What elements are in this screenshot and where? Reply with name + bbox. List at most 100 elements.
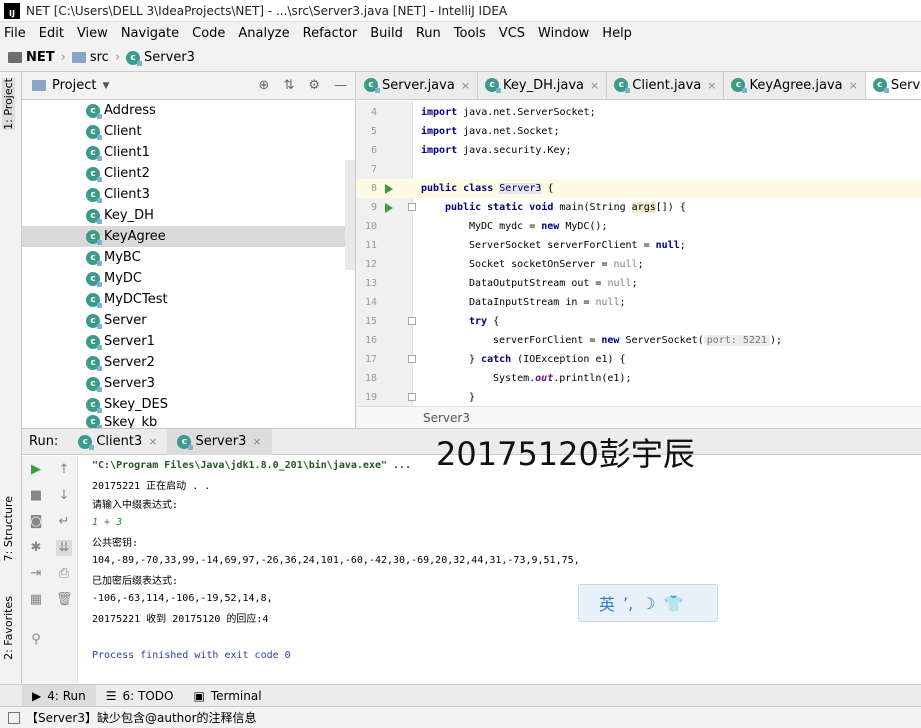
editor-breadcrumb[interactable]: Server3 xyxy=(357,406,921,428)
rerun-icon[interactable]: ▶ xyxy=(28,462,44,478)
close-icon[interactable]: × xyxy=(252,435,261,448)
ime-moon-icon[interactable]: ☽ xyxy=(641,594,655,613)
tab-key-dh-java[interactable]: c Key_DH.java × xyxy=(478,72,608,99)
up-arrow-icon[interactable]: ↑ xyxy=(56,462,72,478)
gear-icon[interactable]: ⚙ xyxy=(308,78,320,93)
scroll-to-end-icon[interactable]: ⇊ xyxy=(56,540,72,556)
ime-toolbar[interactable]: 英 ’, ☽ 👕 xyxy=(578,584,718,622)
menu-tools[interactable]: Tools xyxy=(454,26,486,41)
tree-item-server2[interactable]: c Server2 xyxy=(22,352,355,373)
breadcrumb-file[interactable]: Server3 xyxy=(144,50,195,65)
print-icon[interactable]: ⎙ xyxy=(56,566,72,582)
tree-item-server1[interactable]: c Server1 xyxy=(22,331,355,352)
close-icon[interactable]: × xyxy=(849,79,858,92)
menu-vcs[interactable]: VCS xyxy=(499,26,525,41)
tree-item-client[interactable]: c Client xyxy=(22,121,355,142)
close-icon[interactable]: × xyxy=(590,79,599,92)
run-tab-server3[interactable]: c Server3 × xyxy=(167,428,272,455)
fold-icon[interactable] xyxy=(408,203,416,211)
tree-item-label: KeyAgree xyxy=(104,229,166,244)
menu-view[interactable]: View xyxy=(77,26,108,41)
tab-project-tool[interactable]: 1: Project xyxy=(2,78,15,130)
tab-favorites-tool[interactable]: 2: Favorites xyxy=(2,596,15,660)
menu-build[interactable]: Build xyxy=(370,26,403,41)
tree-item-label: Server xyxy=(104,313,147,328)
chevron-right-icon: › xyxy=(60,50,66,65)
menu-analyze[interactable]: Analyze xyxy=(238,26,289,41)
source-folder-icon xyxy=(71,52,86,63)
stop-icon[interactable]: ■ xyxy=(28,488,44,504)
ime-skin-icon[interactable]: 👕 xyxy=(664,594,684,613)
console-line: -106,-63,114,-106,-19,52,14,8, xyxy=(92,593,273,604)
exit-icon[interactable]: ⇥ xyxy=(28,566,44,582)
soft-wrap-icon[interactable]: ↵ xyxy=(56,514,72,530)
tree-item-key-dh[interactable]: c Key_DH xyxy=(22,205,355,226)
menu-navigate[interactable]: Navigate xyxy=(121,26,179,41)
menu-file[interactable]: File xyxy=(4,26,26,41)
tab-client-java[interactable]: c Client.java × xyxy=(607,72,725,99)
project-panel-title[interactable]: Project xyxy=(52,78,96,93)
code-area[interactable]: 4 import java.net.ServerSocket; 5 import… xyxy=(357,101,921,406)
tree-item-client1[interactable]: c Client1 xyxy=(22,142,355,163)
line-number: 12 xyxy=(364,259,377,270)
keyword: public static void xyxy=(445,202,554,213)
layout-icon[interactable]: ▦ xyxy=(28,592,44,608)
tab-server3-java[interactable]: cServer3.java xyxy=(865,72,921,99)
tab-server-java[interactable]: c Server.java × xyxy=(357,72,479,99)
run-gutter-icon[interactable] xyxy=(385,184,393,194)
menu-code[interactable]: Code xyxy=(192,26,225,41)
tab-label: Client.java xyxy=(632,77,702,93)
close-icon[interactable]: × xyxy=(148,435,157,448)
tab-todo[interactable]: ☰ 6: TODO xyxy=(96,685,184,707)
tree-item-server3[interactable]: c Server3 xyxy=(22,373,355,394)
run-panel: Run: c Client3 × c Server3 × 20175120彭宇辰 ▶ ↑… xyxy=(22,428,921,685)
run-tab-client3[interactable]: c Client3 × xyxy=(68,429,167,455)
code-fragment: ; xyxy=(679,240,686,251)
close-icon[interactable]: × xyxy=(461,79,470,92)
pin-icon[interactable]: ⚲ xyxy=(28,632,44,648)
tree-item-skey-kb[interactable]: c Skey_kb xyxy=(22,415,355,429)
code-fragment: (IOException e1) { xyxy=(511,354,626,365)
tab-terminal[interactable]: ▣ Terminal xyxy=(183,685,271,707)
close-icon[interactable]: × xyxy=(707,79,716,92)
menu-refactor[interactable]: Refactor xyxy=(303,26,358,41)
trash-icon[interactable]: 🗑 xyxy=(56,592,73,608)
menu-window[interactable]: Window xyxy=(538,26,589,41)
ime-language-label[interactable]: 英 xyxy=(599,591,615,615)
breadcrumb-src[interactable]: src xyxy=(90,50,109,65)
code-fragment: MyDC(); xyxy=(559,221,608,232)
settings-icon[interactable]: ✱ xyxy=(28,540,44,556)
tree-item-address[interactable]: c Address xyxy=(22,100,355,121)
camera-icon[interactable]: ◙ xyxy=(28,514,44,530)
tree-item-client3[interactable]: c Client3 xyxy=(22,184,355,205)
fold-icon[interactable] xyxy=(408,317,416,325)
fold-icon[interactable] xyxy=(408,355,416,363)
run-gutter-icon[interactable] xyxy=(385,203,393,213)
ime-punctuation-icon[interactable]: ’, xyxy=(623,594,633,613)
tree-scrollbar[interactable] xyxy=(345,160,355,270)
menu-help[interactable]: Help xyxy=(602,26,632,41)
menu-run[interactable]: Run xyxy=(416,26,441,41)
tab-structure-tool[interactable]: 7: Structure xyxy=(2,496,15,561)
hide-icon[interactable]: — xyxy=(334,78,347,93)
locate-icon[interactable]: ⊕ xyxy=(259,78,270,93)
status-window-icon[interactable] xyxy=(8,711,20,724)
tab-label: Server.java xyxy=(382,77,455,93)
breadcrumb-project[interactable]: NET xyxy=(26,50,55,65)
menu-edit[interactable]: Edit xyxy=(39,26,64,41)
chevron-down-icon[interactable]: ▼ xyxy=(102,81,109,91)
tree-item-mydctest[interactable]: c MyDCTest xyxy=(22,289,355,310)
console-output[interactable]: "C:\Program Files\Java\jdk1.8.0_201\bin\… xyxy=(82,456,916,685)
tab-run[interactable]: ▶ 4: Run xyxy=(22,684,96,707)
tree-item-server[interactable]: c Server xyxy=(22,310,355,331)
down-arrow-icon[interactable]: ↓ xyxy=(56,488,72,504)
tree-item-keyagree[interactable]: c KeyAgree xyxy=(22,226,355,247)
fold-icon[interactable] xyxy=(408,393,416,401)
tree-item-mybc[interactable]: c MyBC xyxy=(22,247,355,268)
tree-item-mydc[interactable]: c MyDC xyxy=(22,268,355,289)
tree-item-skey-des[interactable]: c Skey_DES xyxy=(22,394,355,415)
keyword: new xyxy=(541,221,560,232)
collapse-icon[interactable]: ⇅ xyxy=(283,78,294,93)
tree-item-client2[interactable]: c Client2 xyxy=(22,163,355,184)
tab-keyagree-java[interactable]: c KeyAgree.java × xyxy=(724,72,866,99)
